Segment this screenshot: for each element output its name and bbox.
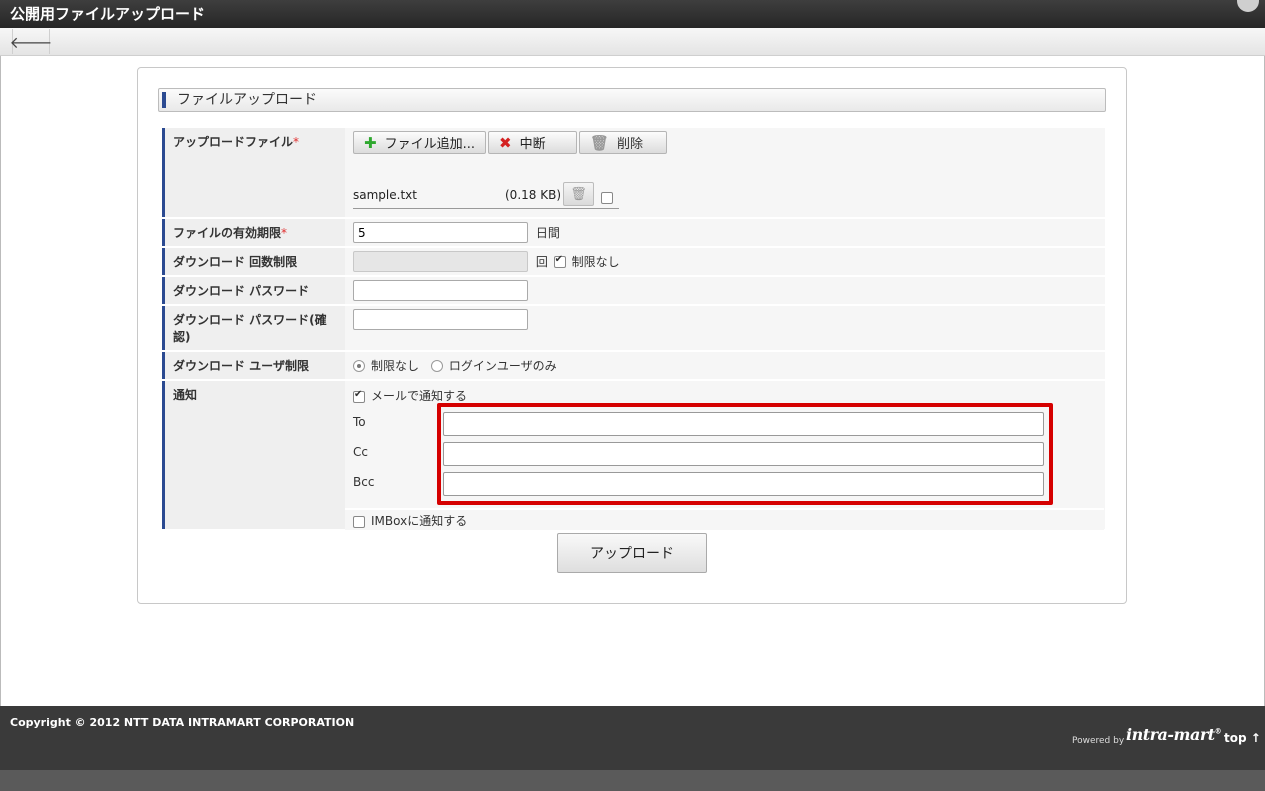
cell-password bbox=[345, 277, 1105, 304]
arrow-left-icon: 🡐 bbox=[9, 32, 53, 52]
expiry-unit: 日間 bbox=[535, 226, 560, 240]
section-heading: ファイルアップロード bbox=[158, 88, 1106, 112]
download-count-input[interactable] bbox=[353, 251, 528, 272]
file-name: sample.txt bbox=[353, 188, 417, 202]
password-input[interactable] bbox=[353, 280, 528, 301]
cell-expiry: 日間 bbox=[345, 219, 1105, 246]
radio-login-users-label: ログインユーザのみ bbox=[448, 359, 557, 373]
mail-notify-checkbox[interactable] bbox=[353, 389, 365, 403]
notify-block: メールで通知する To Cc Bcc IMBoxに通知する bbox=[345, 384, 1104, 530]
to-input[interactable] bbox=[443, 412, 1044, 436]
mail-notify-line: メールで通知する bbox=[353, 387, 467, 404]
row-download-count: ダウンロード 回数制限 回 制限なし bbox=[162, 248, 1105, 275]
cell-download-count: 回 制限なし bbox=[345, 248, 1105, 275]
radio-unrestricted-label: 制限なし bbox=[371, 359, 420, 373]
file-size: (0.18 KB) bbox=[505, 188, 561, 202]
trash-icon: 🗑 bbox=[570, 186, 587, 202]
label-password: ダウンロード パスワード bbox=[162, 277, 345, 304]
imbox-notify-checkbox[interactable] bbox=[353, 515, 365, 528]
bottom-strip bbox=[0, 770, 1265, 791]
cell-notify: メールで通知する To Cc Bcc IMBoxに通知する bbox=[345, 381, 1105, 530]
powered-by-text: Powered by bbox=[1072, 736, 1125, 746]
row-expiry: ファイルの有効期限* 日間 bbox=[162, 219, 1105, 246]
upload-button[interactable]: アップロード bbox=[557, 533, 707, 573]
window-title: 公開用ファイルアップロード bbox=[10, 5, 206, 23]
bcc-input[interactable] bbox=[443, 472, 1044, 496]
unlimited-label: 制限なし bbox=[571, 255, 620, 269]
cell-upload-file: ✚ ファイル追加... ✖ 中断 🗑 削除 sample.txt (0.18 K… bbox=[345, 128, 1105, 217]
download-count-unit: 回 bbox=[535, 255, 548, 269]
label-user-limit: ダウンロード ユーザ制限 bbox=[162, 352, 345, 379]
window-corner-button[interactable] bbox=[1237, 0, 1259, 12]
unlimited-checkbox[interactable] bbox=[553, 254, 566, 268]
upload-form: アップロードファイル* ✚ ファイル追加... ✖ 中断 🗑 削除 sample… bbox=[162, 126, 1105, 531]
window-titlebar: 公開用ファイルアップロード bbox=[0, 0, 1265, 28]
label-expiry: ファイルの有効期限* bbox=[162, 219, 345, 246]
row-user-limit: ダウンロード ユーザ制限 制限なし ログインユーザのみ bbox=[162, 352, 1105, 379]
required-mark: * bbox=[293, 135, 300, 149]
label-upload-file: アップロードファイル* bbox=[162, 128, 345, 217]
imbox-notify-line: IMBoxに通知する bbox=[345, 508, 1104, 530]
row-upload-file: アップロードファイル* ✚ ファイル追加... ✖ 中断 🗑 削除 sample… bbox=[162, 128, 1105, 217]
row-notify: 通知 メールで通知する To Cc Bcc IMBoxに通知する bbox=[162, 381, 1105, 530]
row-password: ダウンロード パスワード bbox=[162, 277, 1105, 304]
label-notify: 通知 bbox=[162, 381, 345, 529]
cc-input[interactable] bbox=[443, 442, 1044, 466]
password-confirm-input[interactable] bbox=[353, 309, 528, 330]
back-button[interactable]: 🡐 bbox=[9, 29, 53, 54]
cell-password-confirm bbox=[345, 306, 1105, 350]
radio-login-users[interactable] bbox=[430, 359, 443, 372]
file-select-checkbox[interactable] bbox=[601, 192, 613, 204]
to-label: To bbox=[353, 415, 366, 429]
cell-user-limit: 制限なし ログインユーザのみ bbox=[345, 352, 1105, 379]
bcc-label: Bcc bbox=[353, 475, 375, 489]
footer: Copyright © 2012 NTT DATA INTRAMART CORP… bbox=[0, 706, 1265, 770]
file-delete-button[interactable]: 🗑 bbox=[563, 182, 594, 206]
mail-notify-label: メールで通知する bbox=[371, 389, 468, 403]
copyright-text: Copyright © 2012 NTT DATA INTRAMART CORP… bbox=[10, 716, 355, 729]
intra-mart-logo: intra-mart® bbox=[1126, 725, 1222, 744]
upload-panel: ファイルアップロード アップロードファイル* ✚ ファイル追加... ✖ 中断 … bbox=[137, 67, 1127, 604]
abort-button[interactable]: ✖ 中断 bbox=[487, 131, 577, 154]
row-password-confirm: ダウンロード パスワード(確認) bbox=[162, 306, 1105, 350]
imbox-notify-label: IMBoxに通知する bbox=[371, 514, 468, 528]
close-icon: ✖ bbox=[498, 133, 512, 152]
cc-label: Cc bbox=[353, 445, 368, 459]
toolbar: 🡐 bbox=[0, 28, 1265, 56]
file-list-item: sample.txt (0.18 KB) 🗑 bbox=[353, 180, 619, 209]
delete-button[interactable]: 🗑 削除 bbox=[578, 131, 667, 154]
label-download-count: ダウンロード 回数制限 bbox=[162, 248, 345, 275]
trash-icon: 🗑 bbox=[589, 133, 610, 152]
expiry-days-input[interactable] bbox=[353, 222, 528, 243]
radio-unrestricted[interactable] bbox=[353, 359, 365, 372]
add-file-button[interactable]: ✚ ファイル追加... bbox=[353, 131, 486, 154]
top-link[interactable]: top ↑ bbox=[1224, 731, 1261, 745]
plus-icon: ✚ bbox=[364, 133, 377, 152]
label-password-confirm: ダウンロード パスワード(確認) bbox=[162, 306, 345, 350]
required-mark: * bbox=[281, 226, 288, 240]
